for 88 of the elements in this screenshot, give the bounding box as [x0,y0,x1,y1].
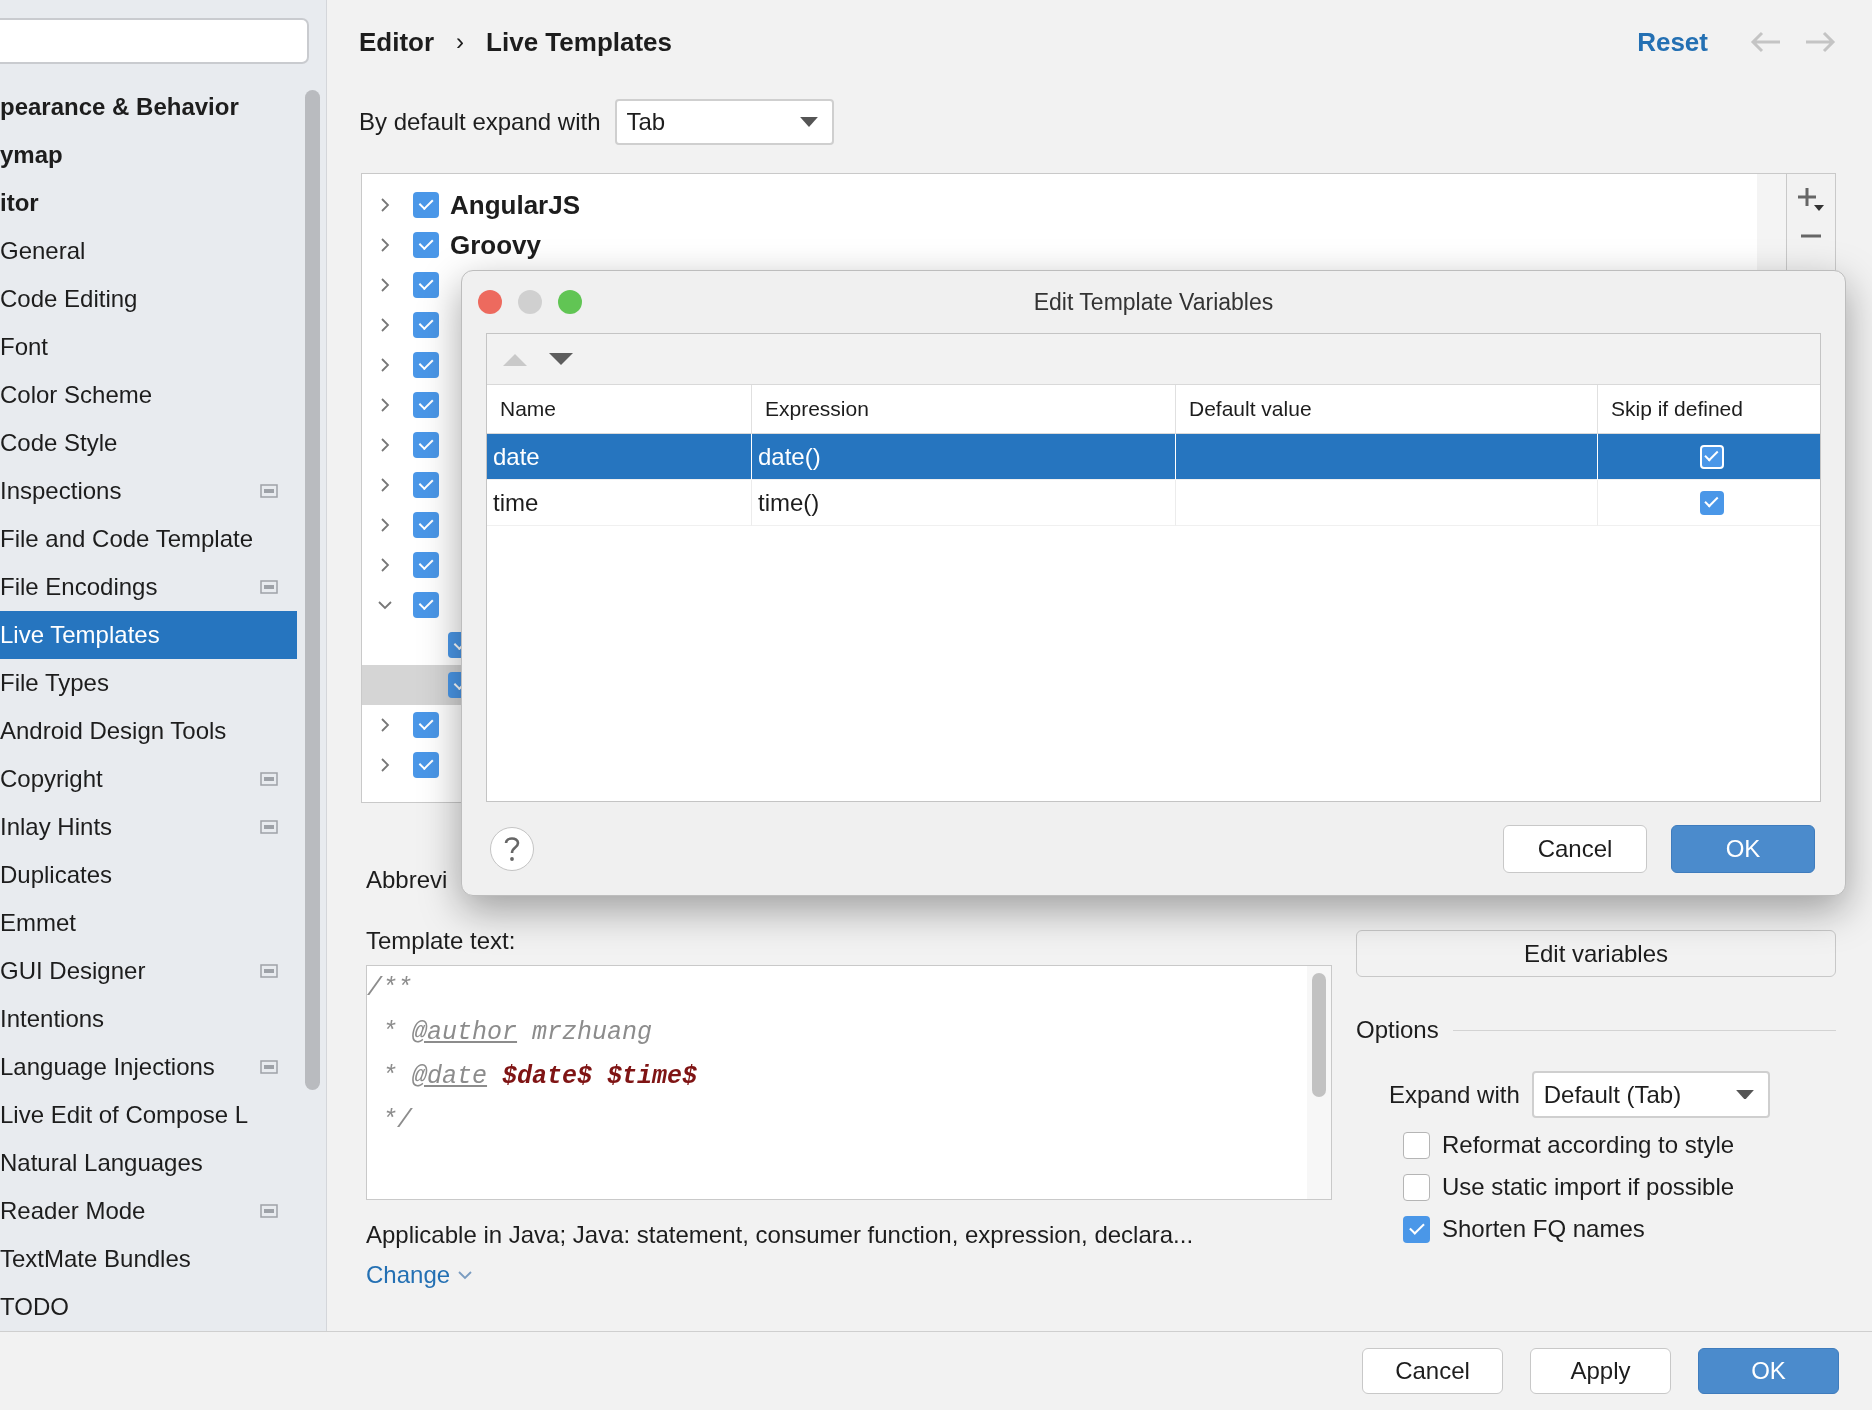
help-icon[interactable] [490,826,534,871]
sidebar-item[interactable]: Duplicates [0,851,297,899]
table-cell[interactable] [1597,434,1820,480]
scrollbar-thumb[interactable] [1312,973,1326,1097]
sidebar-item[interactable]: Inlay Hints [0,803,297,851]
ok-button[interactable]: OK [1698,1348,1839,1394]
sidebar-item[interactable]: File Types [0,659,297,707]
sidebar-item[interactable]: Natural Languages [0,1139,297,1187]
zoom-button[interactable] [558,290,582,314]
scrollbar-thumb[interactable] [305,90,320,1090]
sidebar-item[interactable]: File and Code Template [0,515,297,563]
table-cell[interactable] [1175,434,1597,480]
template-text-label: Template text: [366,926,517,956]
expand-label: By default expand with [359,108,601,136]
dialog-title: Edit Template Variables [1033,288,1274,316]
checkbox[interactable] [413,432,439,458]
checkbox[interactable] [413,472,439,498]
checkbox[interactable] [413,552,439,578]
sidebar-item[interactable]: itor [0,179,297,227]
checkbox[interactable] [413,272,439,298]
checkbox[interactable] [413,352,439,378]
sidebar-item[interactable]: Live Edit of Compose L [0,1091,297,1139]
close-button[interactable] [478,290,502,314]
template-editor[interactable]: /** * @author mrzhuang * @date $date$ $time$ */ [366,965,1332,1200]
move-down-icon[interactable] [549,352,573,366]
checkbox[interactable] [413,232,439,258]
group-label: AngularJS [450,189,581,221]
table-cell[interactable] [1597,480,1820,526]
sidebar-item[interactable]: Code Editing [0,275,297,323]
expand-dropdown[interactable]: Tab [614,99,834,145]
checkbox-label: Reformat according to style [1442,1131,1735,1159]
checkbox[interactable] [413,512,439,538]
sidebar-item[interactable]: Emmet [0,899,297,947]
checkbox[interactable] [1403,1131,1430,1159]
expand-with-label: Expand with [1389,1080,1520,1109]
reset-link[interactable]: Reset [1637,26,1708,58]
checkbox[interactable] [1700,490,1724,515]
table-cell[interactable]: date() [751,434,1175,480]
sidebar-item[interactable]: Android Design Tools [0,707,297,755]
add-icon[interactable] [1797,186,1825,212]
ok-button[interactable]: OK [1671,824,1815,873]
sidebar-item[interactable]: ymap [0,131,297,179]
dialog-button[interactable]: Apply [1530,1348,1671,1394]
search-field[interactable] [0,18,309,64]
checkbox-label: Shorten FQ names [1442,1215,1645,1243]
sidebar-item[interactable]: TextMate Bundles [0,1235,297,1283]
checkbox[interactable] [413,712,439,738]
sidebar-item[interactable]: File Encodings [0,563,297,611]
sidebar-item[interactable]: pearance & Behavior [0,83,297,131]
cancel-button[interactable]: Cancel [1503,824,1647,873]
sidebar-item[interactable]: General [0,227,297,275]
change-link[interactable]: Change [366,1260,473,1290]
dialog-button[interactable]: Cancel [1362,1348,1503,1394]
dropdown-arrow-icon [799,117,818,127]
sidebar-item[interactable]: Intentions [0,995,297,1043]
table-cell[interactable] [1175,480,1597,526]
checkbox[interactable] [1403,1215,1430,1243]
expand-with-dropdown[interactable]: Default (Tab) [1531,1071,1770,1118]
breadcrumb-item: Live Templates [486,26,673,58]
checkbox[interactable] [413,192,439,218]
remove-icon[interactable] [1801,234,1821,238]
sidebar-item[interactable]: Live Templates [0,611,297,659]
options-heading: Options [1356,1015,1439,1045]
sidebar-item[interactable]: Reader Mode [0,1187,297,1235]
checkbox[interactable] [413,392,439,418]
sidebar-item[interactable]: TODO [0,1283,297,1331]
applicable-text: Applicable in Java; Java: statement, consumer function, expression, declara... [366,1220,1195,1250]
group-label: Groovy [450,229,542,261]
table-cell[interactable]: time() [751,480,1175,526]
checkbox[interactable] [1403,1173,1430,1201]
sidebar-item[interactable]: Code Style [0,419,297,467]
sidebar-item[interactable]: Color Scheme [0,371,297,419]
sidebar-item[interactable]: Language Injections [0,1043,297,1091]
dropdown-arrow-icon [1735,1089,1754,1100]
checkbox-label: Use static import if possible [1442,1173,1735,1201]
checkbox[interactable] [413,312,439,338]
breadcrumb-separator: › [456,28,465,56]
table-cell[interactable]: date [487,434,751,480]
sidebar-item[interactable]: Font [0,323,297,371]
breadcrumb-item: Editor [359,26,435,58]
sidebar-item[interactable]: Inspections [0,467,297,515]
sidebar-item[interactable]: GUI Designer [0,947,297,995]
sidebar-item[interactable]: Copyright [0,755,297,803]
checkbox[interactable] [413,752,439,778]
edit-variables-button[interactable]: Edit variables [1356,930,1836,977]
chevron-down-icon [458,1270,473,1280]
checkbox[interactable] [413,592,439,618]
abbreviation-label: Abbrevi [366,866,448,894]
